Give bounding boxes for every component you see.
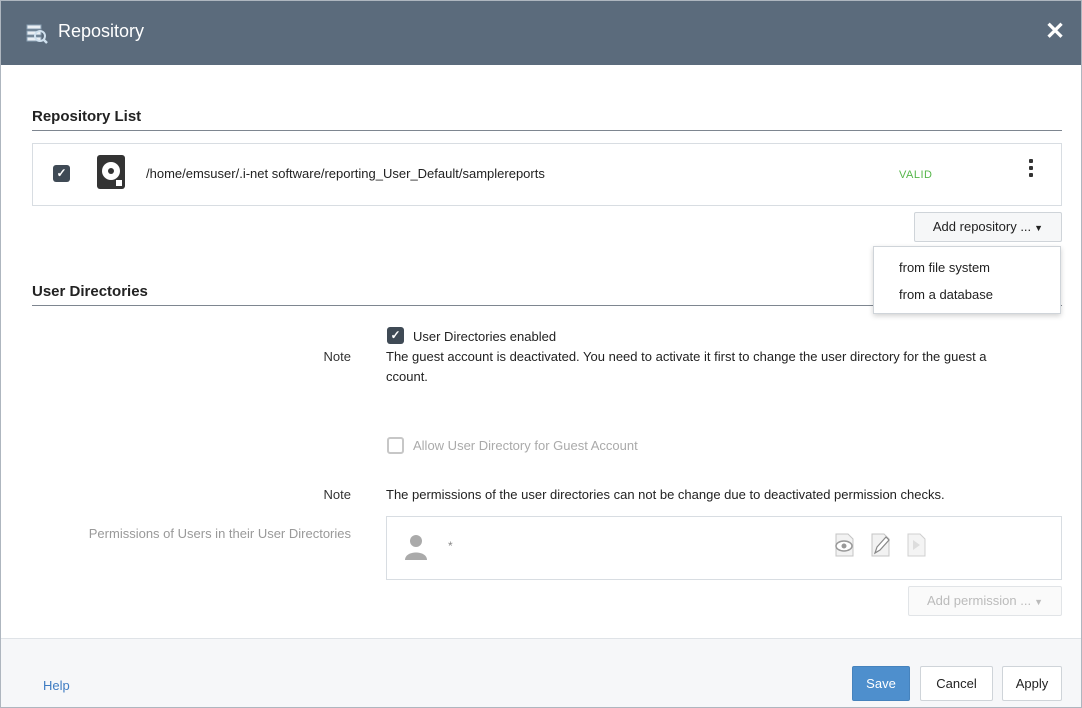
add-repository-label: Add repository ... — [932, 219, 1032, 234]
permissions-label: Permissions of Users in their User Direc… — [88, 526, 351, 541]
permission-user: * — [448, 539, 453, 553]
view-permission-icon[interactable] — [833, 532, 855, 558]
add-permission-button[interactable]: Add permission ... ▼ — [908, 586, 1062, 616]
add-repository-button[interactable]: Add repository ... ▼ — [914, 212, 1062, 242]
repository-path: /home/emsuser/.i-net software/reporting_… — [146, 166, 545, 181]
repository-row[interactable]: ✓ /home/emsuser/.i-net software/reportin… — [32, 143, 1062, 206]
caret-down-icon: ▼ — [1034, 223, 1044, 233]
execute-permission-icon[interactable] — [905, 532, 927, 558]
title-bar: Repository ✕ — [1, 1, 1081, 65]
edit-permission-icon[interactable] — [869, 532, 891, 558]
user-directories-title: User Directories — [32, 283, 148, 300]
guest-note-line: ccount. — [386, 369, 428, 384]
repository-list-title: Repository List — [32, 108, 142, 125]
help-link[interactable]: Help — [43, 678, 70, 693]
user-directories-enabled-label: User Directories enabled — [413, 329, 557, 344]
menu-item-database[interactable]: from a database — [899, 287, 993, 302]
dialog-title: Repository — [58, 21, 145, 41]
caret-down-icon: ▼ — [1034, 597, 1043, 607]
repository-dialog: Repository ✕ Repository List ✓ /home/ems… — [0, 0, 1082, 708]
note-label: Note — [323, 487, 351, 502]
apply-button[interactable]: Apply — [1002, 666, 1062, 701]
save-button[interactable]: Save — [852, 666, 910, 701]
repository-icon — [26, 24, 48, 44]
guest-directory-checkbox[interactable] — [387, 437, 404, 454]
more-options-icon[interactable] — [1023, 159, 1039, 183]
note-label: Note — [323, 349, 351, 364]
guest-note-line: The guest account is deactivated. You ne… — [386, 349, 987, 364]
permissions-note-text: The permissions of the user directories … — [386, 487, 945, 502]
user-icon — [405, 535, 427, 560]
add-repository-menu: from file system from a database — [873, 246, 1061, 314]
status-badge: VALID — [899, 169, 933, 181]
menu-item-file-system[interactable]: from file system — [899, 260, 990, 275]
disk-icon — [97, 155, 125, 189]
cancel-button[interactable]: Cancel — [920, 666, 993, 701]
guest-directory-label: Allow User Directory for Guest Account — [413, 438, 638, 453]
add-permission-label: Add permission ... — [927, 593, 1032, 608]
guest-note-text: The guest account is deactivated. You ne… — [386, 347, 1066, 387]
dialog-footer: Help Save Cancel Apply — [1, 638, 1081, 707]
user-directories-enabled-checkbox[interactable]: ✓ — [387, 327, 404, 344]
dialog-content: Repository List ✓ /home/emsuser/.i-net s… — [1, 65, 1081, 638]
close-icon[interactable]: ✕ — [1043, 19, 1067, 45]
section-divider — [32, 130, 1062, 131]
repository-checkbox[interactable]: ✓ — [53, 165, 70, 182]
permission-entry: * — [386, 516, 1062, 580]
